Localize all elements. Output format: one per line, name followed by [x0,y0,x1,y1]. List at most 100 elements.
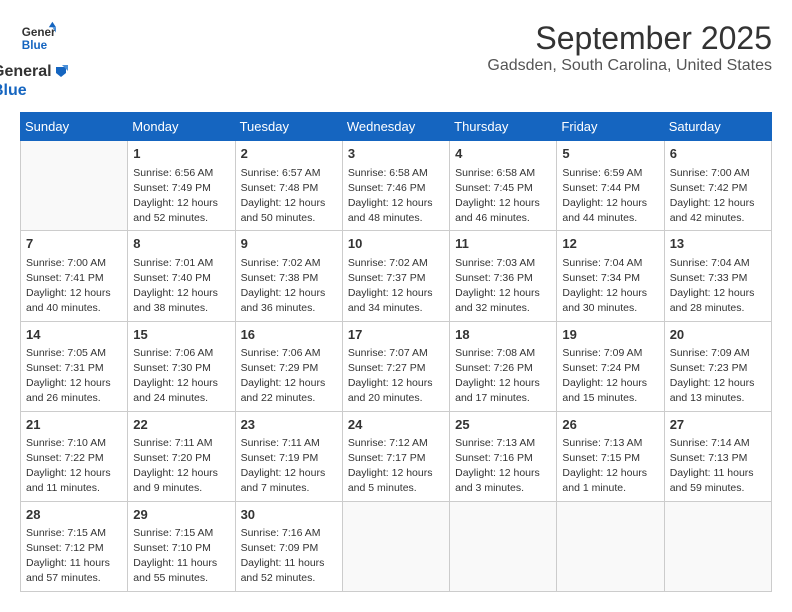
calendar-header-thursday: Thursday [450,113,557,141]
calendar-cell: 10 Sunrise: 7:02 AM Sunset: 7:37 PM Dayli… [342,231,449,321]
calendar-week-row: 28 Sunrise: 7:15 AM Sunset: 7:12 PM Dayli… [21,501,772,591]
calendar-header-monday: Monday [128,113,235,141]
calendar-cell: 15 Sunrise: 7:06 AM Sunset: 7:30 PM Dayli… [128,321,235,411]
day-info: Sunrise: 7:05 AM Sunset: 7:31 PM Dayligh… [26,346,122,407]
day-number: 24 [348,416,444,434]
day-info: Sunrise: 7:14 AM Sunset: 7:13 PM Dayligh… [670,436,766,497]
day-info: Sunrise: 7:04 AM Sunset: 7:34 PM Dayligh… [562,256,658,317]
page-header: General Blue General Blue September 2025… [20,20,772,100]
day-number: 9 [241,235,337,253]
day-info: Sunrise: 6:59 AM Sunset: 7:44 PM Dayligh… [562,166,658,227]
day-info: Sunrise: 7:03 AM Sunset: 7:36 PM Dayligh… [455,256,551,317]
logo-arrow-icon [54,65,68,79]
day-info: Sunrise: 7:11 AM Sunset: 7:19 PM Dayligh… [241,436,337,497]
day-info: Sunrise: 7:00 AM Sunset: 7:42 PM Dayligh… [670,166,766,227]
calendar-cell: 29Sunrise: 7:15 AM Sunset: 7:10 PM Dayli… [128,501,235,591]
day-number: 3 [348,145,444,163]
calendar-cell: 24 Sunrise: 7:12 AM Sunset: 7:17 PM Dayli… [342,411,449,501]
day-info: Sunrise: 7:13 AM Sunset: 7:15 PM Dayligh… [562,436,658,497]
day-number: 25 [455,416,551,434]
calendar-cell [21,141,128,231]
day-number: 23 [241,416,337,434]
title-block: September 2025 Gadsden, South Carolina, … [487,20,772,75]
calendar-cell: 16Sunrise: 7:06 AM Sunset: 7:29 PM Dayli… [235,321,342,411]
day-info: Sunrise: 7:09 AM Sunset: 7:23 PM Dayligh… [670,346,766,407]
logo-general: General [0,62,68,81]
calendar-cell: 23 Sunrise: 7:11 AM Sunset: 7:19 PM Dayli… [235,411,342,501]
day-info: Sunrise: 6:57 AM Sunset: 7:48 PM Dayligh… [241,166,337,227]
day-info: Sunrise: 7:06 AM Sunset: 7:30 PM Dayligh… [133,346,229,407]
day-info: Sunrise: 6:58 AM Sunset: 7:45 PM Dayligh… [455,166,551,227]
calendar-week-row: 21 Sunrise: 7:10 AM Sunset: 7:22 PM Dayli… [21,411,772,501]
calendar-week-row: 14 Sunrise: 7:05 AM Sunset: 7:31 PM Dayli… [21,321,772,411]
day-number: 5 [562,145,658,163]
day-number: 16 [241,326,337,344]
day-number: 10 [348,235,444,253]
day-info: Sunrise: 7:07 AM Sunset: 7:27 PM Dayligh… [348,346,444,407]
day-number: 28 [26,506,122,524]
day-number: 7 [26,235,122,253]
day-info: Sunrise: 6:58 AM Sunset: 7:46 PM Dayligh… [348,166,444,227]
calendar-cell: 12 Sunrise: 7:04 AM Sunset: 7:34 PM Dayli… [557,231,664,321]
day-number: 12 [562,235,658,253]
calendar-cell: 9Sunrise: 7:02 AM Sunset: 7:38 PM Daylig… [235,231,342,321]
day-info: Sunrise: 7:02 AM Sunset: 7:37 PM Dayligh… [348,256,444,317]
day-number: 19 [562,326,658,344]
calendar-cell [342,501,449,591]
calendar-cell: 7Sunrise: 7:00 AM Sunset: 7:41 PM Daylig… [21,231,128,321]
calendar-cell: 21 Sunrise: 7:10 AM Sunset: 7:22 PM Dayli… [21,411,128,501]
day-number: 22 [133,416,229,434]
calendar-cell: 25 Sunrise: 7:13 AM Sunset: 7:16 PM Dayli… [450,411,557,501]
calendar-cell [664,501,771,591]
day-number: 11 [455,235,551,253]
calendar-cell: 2Sunrise: 6:57 AM Sunset: 7:48 PM Daylig… [235,141,342,231]
day-info: Sunrise: 6:56 AM Sunset: 7:49 PM Dayligh… [133,166,229,227]
day-info: Sunrise: 7:11 AM Sunset: 7:20 PM Dayligh… [133,436,229,497]
day-info: Sunrise: 7:10 AM Sunset: 7:22 PM Dayligh… [26,436,122,497]
calendar-cell: 11 Sunrise: 7:03 AM Sunset: 7:36 PM Dayli… [450,231,557,321]
calendar-header-sunday: Sunday [21,113,128,141]
day-info: Sunrise: 7:12 AM Sunset: 7:17 PM Dayligh… [348,436,444,497]
calendar-cell: 22 Sunrise: 7:11 AM Sunset: 7:20 PM Dayli… [128,411,235,501]
calendar-cell: 28 Sunrise: 7:15 AM Sunset: 7:12 PM Dayli… [21,501,128,591]
day-number: 15 [133,326,229,344]
logo-icon: General Blue [20,20,56,56]
calendar-cell: 30 Sunrise: 7:16 AM Sunset: 7:09 PM Dayli… [235,501,342,591]
day-number: 4 [455,145,551,163]
page-title: September 2025 [487,20,772,57]
calendar-cell: 4 Sunrise: 6:58 AM Sunset: 7:45 PM Daylig… [450,141,557,231]
calendar-cell: 19Sunrise: 7:09 AM Sunset: 7:24 PM Dayli… [557,321,664,411]
calendar-cell: 3 Sunrise: 6:58 AM Sunset: 7:46 PM Daylig… [342,141,449,231]
day-info: Sunrise: 7:01 AM Sunset: 7:40 PM Dayligh… [133,256,229,317]
day-number: 27 [670,416,766,434]
day-info: Sunrise: 7:08 AM Sunset: 7:26 PM Dayligh… [455,346,551,407]
logo-blue: Blue [0,81,68,100]
calendar-cell: 14 Sunrise: 7:05 AM Sunset: 7:31 PM Dayli… [21,321,128,411]
calendar-cell [557,501,664,591]
calendar-header-tuesday: Tuesday [235,113,342,141]
day-number: 14 [26,326,122,344]
page-subtitle: Gadsden, South Carolina, United States [487,57,772,75]
day-number: 1 [133,145,229,163]
day-number: 18 [455,326,551,344]
calendar-cell: 27 Sunrise: 7:14 AM Sunset: 7:13 PM Dayli… [664,411,771,501]
day-info: Sunrise: 7:13 AM Sunset: 7:16 PM Dayligh… [455,436,551,497]
calendar-cell: 18 Sunrise: 7:08 AM Sunset: 7:26 PM Dayli… [450,321,557,411]
day-number: 13 [670,235,766,253]
day-info: Sunrise: 7:04 AM Sunset: 7:33 PM Dayligh… [670,256,766,317]
calendar-cell: 20Sunrise: 7:09 AM Sunset: 7:23 PM Dayli… [664,321,771,411]
day-info: Sunrise: 7:15 AM Sunset: 7:12 PM Dayligh… [26,526,122,587]
calendar-table: SundayMondayTuesdayWednesdayThursdayFrid… [20,112,772,591]
day-number: 30 [241,506,337,524]
day-number: 17 [348,326,444,344]
day-number: 21 [26,416,122,434]
calendar-cell: 17 Sunrise: 7:07 AM Sunset: 7:27 PM Dayli… [342,321,449,411]
day-info: Sunrise: 7:16 AM Sunset: 7:09 PM Dayligh… [241,526,337,587]
calendar-header-friday: Friday [557,113,664,141]
calendar-header-wednesday: Wednesday [342,113,449,141]
day-info: Sunrise: 7:15 AM Sunset: 7:10 PM Dayligh… [133,526,229,587]
logo: General Blue General Blue [20,20,68,100]
calendar-week-row: 1 Sunrise: 6:56 AM Sunset: 7:49 PM Daylig… [21,141,772,231]
calendar-cell: 1 Sunrise: 6:56 AM Sunset: 7:49 PM Daylig… [128,141,235,231]
calendar-cell: 26Sunrise: 7:13 AM Sunset: 7:15 PM Dayli… [557,411,664,501]
